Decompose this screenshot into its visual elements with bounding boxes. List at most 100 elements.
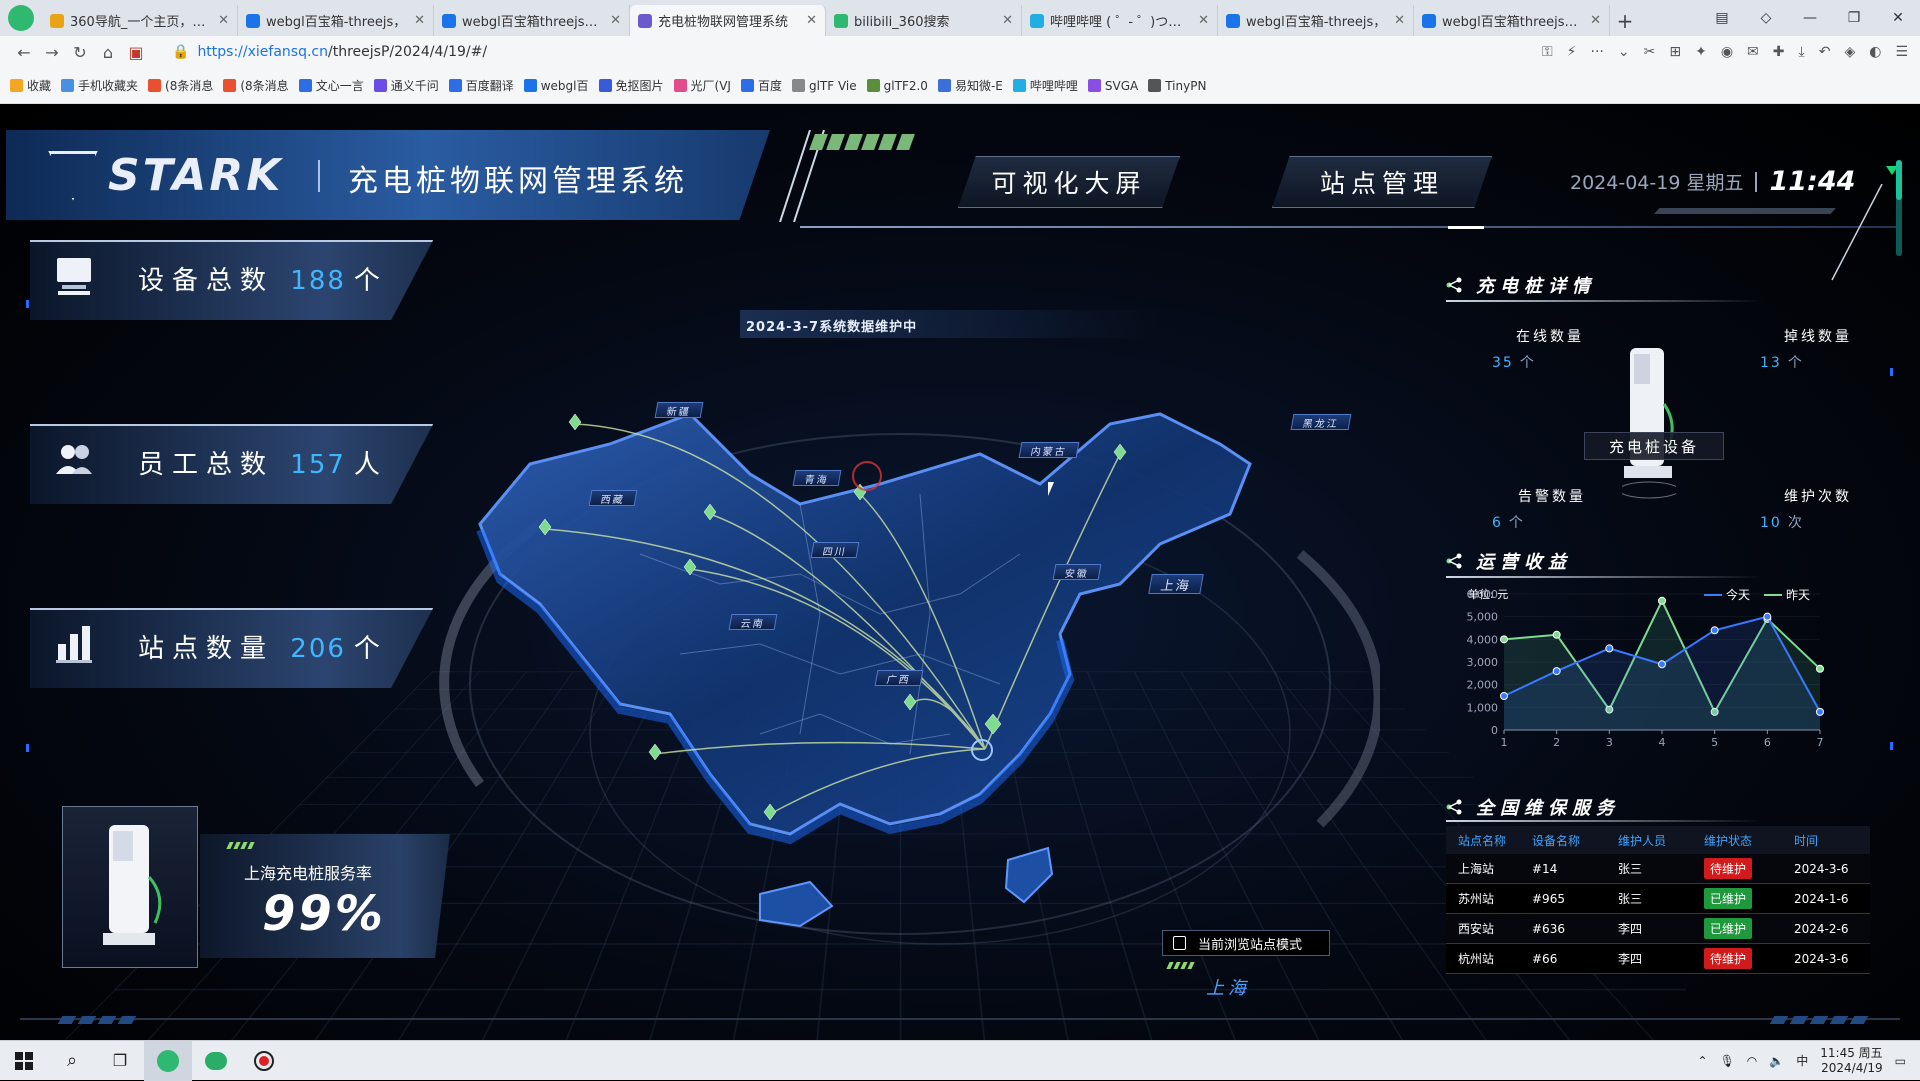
- bookmark-item[interactable]: 文心一言: [299, 77, 364, 94]
- notification-icon[interactable]: ▭: [1895, 1054, 1906, 1068]
- province-tag[interactable]: 西藏: [589, 490, 638, 506]
- key-icon[interactable]: ⚿: [1542, 44, 1553, 60]
- bookmark-icon: [449, 79, 462, 92]
- fox-icon[interactable]: ✦: [1695, 44, 1707, 60]
- edge-icon[interactable]: ◐: [1869, 44, 1881, 60]
- mail-icon[interactable]: ✉: [1747, 44, 1759, 60]
- browser-tab[interactable]: bilibili_360搜索✕: [826, 5, 1022, 36]
- station-management-button[interactable]: 站点管理: [1272, 156, 1492, 208]
- china-3d-map[interactable]: [460, 354, 1420, 974]
- minimize-button[interactable]: —: [1788, 10, 1832, 26]
- bookmark-item[interactable]: 光厂(VJ: [674, 77, 731, 94]
- browser-taskbar-icon[interactable]: [144, 1041, 192, 1081]
- province-tag[interactable]: 安徽: [1053, 564, 1102, 580]
- ime-indicator[interactable]: 中: [1796, 1052, 1808, 1069]
- translate-icon[interactable]: ⊞: [1669, 44, 1681, 60]
- undo-icon[interactable]: ↶: [1819, 44, 1831, 60]
- forward-icon[interactable]: →: [38, 43, 66, 62]
- province-tag[interactable]: 广西: [875, 670, 924, 686]
- bookmark-item[interactable]: glTF2.0: [867, 79, 928, 93]
- scrollbar[interactable]: [1896, 160, 1902, 256]
- wechat-icon[interactable]: [192, 1041, 240, 1081]
- bookmark-item[interactable]: SVGA: [1088, 79, 1138, 93]
- bookmark-item[interactable]: 通义千问: [374, 77, 439, 94]
- province-tag[interactable]: 青海: [793, 470, 842, 486]
- tray-clock[interactable]: 11:45 周五 2024/4/19: [1820, 1046, 1882, 1076]
- hamburger-icon[interactable]: ☰: [1895, 44, 1908, 60]
- table-row[interactable]: 西安站#636李四已维护2024-2-6: [1446, 914, 1870, 944]
- maximize-button[interactable]: ❐: [1832, 10, 1876, 26]
- close-tab-icon[interactable]: ✕: [806, 13, 817, 28]
- browser-tab[interactable]: 充电桩物联网管理系统✕: [630, 5, 826, 36]
- bookmark-item[interactable]: (8条消息: [148, 77, 213, 94]
- new-tab-button[interactable]: +: [1610, 5, 1640, 36]
- browser-tab[interactable]: webgl百宝箱threejs，w✕: [434, 5, 630, 36]
- province-tag[interactable]: 上海: [1148, 574, 1204, 594]
- home-icon[interactable]: ⌂: [94, 43, 122, 62]
- bookmark-item[interactable]: glTF Vie: [792, 79, 857, 93]
- bookmark-label: 哔哩哔哩: [1030, 77, 1078, 94]
- browser-tab[interactable]: webgl百宝箱threejs，w✕: [1414, 5, 1610, 36]
- province-tag[interactable]: 四川: [811, 542, 860, 558]
- table-row[interactable]: 苏州站#965张三已维护2024-1-6: [1446, 884, 1870, 914]
- offline-value: 13: [1760, 355, 1782, 371]
- network-icon[interactable]: ◠: [1747, 1054, 1757, 1068]
- url-field[interactable]: 🔒 https://xiefansq.cn /threejsP/2024/4/1…: [172, 44, 487, 60]
- volume-icon[interactable]: 🔈: [1769, 1054, 1784, 1068]
- maintain-value: 10: [1760, 515, 1782, 531]
- users-icon: [54, 438, 94, 482]
- close-tab-icon[interactable]: ✕: [218, 13, 229, 28]
- bookmark-item[interactable]: 免抠图片: [599, 77, 664, 94]
- browser-tab[interactable]: 360导航_一个主页，整个✕: [42, 5, 238, 36]
- menu-icon[interactable]: ▤: [1700, 10, 1744, 26]
- bookmark-item[interactable]: 收藏: [10, 77, 51, 94]
- browser-tab[interactable]: webgl百宝箱-threejs，✕: [1218, 5, 1414, 36]
- search-icon[interactable]: ⌕: [48, 1041, 96, 1081]
- lightning-icon[interactable]: ⚡: [1567, 44, 1577, 60]
- bookmark-item[interactable]: TinyPN: [1148, 79, 1206, 93]
- province-tag[interactable]: 内蒙古: [1019, 442, 1080, 458]
- microphone-icon[interactable]: 🎙: [1720, 1054, 1735, 1068]
- reload-icon[interactable]: ↻: [66, 43, 94, 62]
- task-view-icon[interactable]: ❐: [96, 1041, 144, 1081]
- puzzle-icon[interactable]: ✚: [1773, 44, 1785, 60]
- table-row[interactable]: 上海站#14张三待维护2024-3-6: [1446, 854, 1870, 884]
- ai-icon[interactable]: ◈: [1844, 44, 1855, 60]
- chevron-up-icon[interactable]: ⌃: [1698, 1054, 1708, 1068]
- close-window-button[interactable]: ✕: [1876, 10, 1920, 26]
- record-icon[interactable]: [240, 1041, 288, 1081]
- browser-tab[interactable]: webgl百宝箱-threejs，✕: [238, 5, 434, 36]
- eye-icon[interactable]: ◉: [1721, 44, 1733, 60]
- province-tag[interactable]: 黑龙江: [1291, 414, 1352, 430]
- back-icon[interactable]: ←: [10, 43, 38, 62]
- bookmark-item[interactable]: 手机收藏夹: [61, 77, 138, 94]
- province-tag[interactable]: 云南: [729, 614, 778, 630]
- close-tab-icon[interactable]: ✕: [1198, 13, 1209, 28]
- extension-icon[interactable]: ▣: [122, 43, 150, 62]
- revenue-line-chart[interactable]: 01,0002,0003,0004,0005,0006,0001234567: [1460, 580, 1840, 750]
- bookmark-item[interactable]: 易知微-E: [938, 77, 1003, 94]
- download-icon[interactable]: ⤓: [1799, 44, 1805, 60]
- bookmark-item[interactable]: 哔哩哔哩: [1013, 77, 1078, 94]
- windows-start-icon[interactable]: [0, 1041, 48, 1081]
- browse-mode-label[interactable]: 当前浏览站点模式: [1162, 930, 1330, 956]
- more-icon[interactable]: ···: [1591, 44, 1604, 60]
- bookmark-item[interactable]: webgl百: [524, 77, 589, 94]
- close-tab-icon[interactable]: ✕: [610, 13, 621, 28]
- section-revenue: 运营收益: [1446, 548, 1572, 574]
- chevron-down-icon[interactable]: ⌄: [1618, 44, 1630, 60]
- bookmark-item[interactable]: (8条消息: [223, 77, 288, 94]
- bookmark-item[interactable]: 百度: [741, 77, 782, 94]
- close-tab-icon[interactable]: ✕: [1394, 13, 1405, 28]
- cut-icon[interactable]: ✂: [1644, 44, 1656, 60]
- close-tab-icon[interactable]: ✕: [1002, 13, 1013, 28]
- close-tab-icon[interactable]: ✕: [414, 13, 425, 28]
- visual-screen-button[interactable]: 可视化大屏: [958, 156, 1180, 208]
- province-tag[interactable]: 新疆: [655, 402, 704, 418]
- browser-logo-icon[interactable]: [8, 5, 34, 31]
- table-row[interactable]: 杭州站#66李四待维护2024-3-6: [1446, 944, 1870, 974]
- close-tab-icon[interactable]: ✕: [1590, 13, 1601, 28]
- browser-tab[interactable]: 哔哩哔哩 ( ゜- ゜)つロ 干✕: [1022, 5, 1218, 36]
- skin-icon[interactable]: ◇: [1744, 10, 1788, 26]
- bookmark-item[interactable]: 百度翻译: [449, 77, 514, 94]
